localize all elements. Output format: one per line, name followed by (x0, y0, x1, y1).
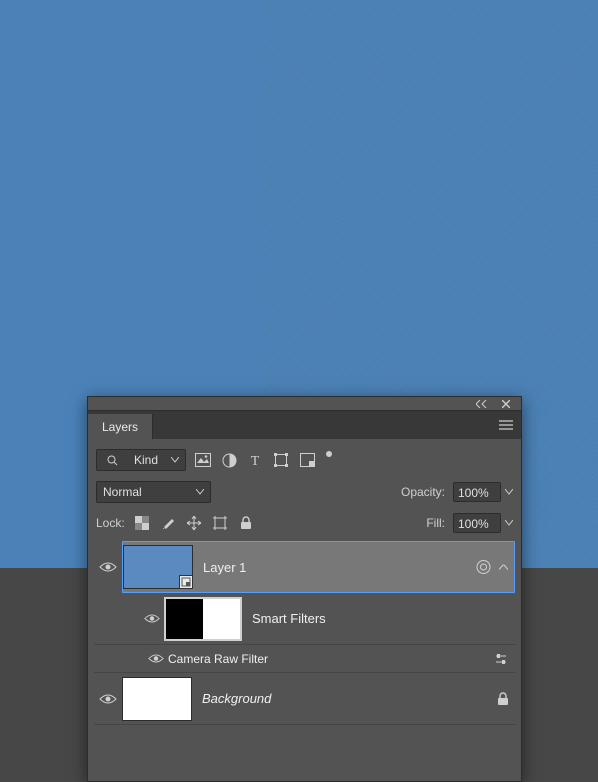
smart-object-filter-icon[interactable] (298, 451, 316, 469)
panel-tabstrip: Layers (88, 411, 521, 439)
blend-mode-value: Normal (103, 485, 142, 499)
opacity-label: Opacity: (401, 485, 445, 499)
mask-white-half (203, 599, 240, 639)
close-icon[interactable] (497, 395, 515, 413)
adjustment-layer-filter-icon[interactable] (220, 451, 238, 469)
chevron-down-icon (505, 520, 513, 526)
smart-object-badge-icon (179, 575, 193, 589)
layer-thumbnail[interactable] (122, 677, 192, 721)
fill-input[interactable]: 100% (453, 513, 513, 533)
filter-fx-icon[interactable] (476, 560, 491, 575)
fill-value: 100% (453, 513, 501, 533)
chevron-down-icon (196, 489, 204, 495)
smart-filters-label: Smart Filters (252, 611, 326, 626)
tab-label: Layers (102, 420, 138, 434)
shape-layer-filter-icon[interactable] (272, 451, 290, 469)
filter-mask-thumbnail[interactable] (164, 597, 242, 641)
filter-kind-select[interactable]: Kind (96, 449, 186, 471)
lock-label: Lock: (96, 516, 125, 530)
chevron-down-icon (505, 489, 513, 495)
filter-kind-label: Kind (134, 453, 158, 467)
smart-filters-row[interactable]: Smart Filters (94, 593, 515, 645)
blend-opacity-row: Normal Opacity: 100% (88, 477, 521, 509)
visibility-toggle[interactable] (144, 653, 168, 664)
layer-thumbnail[interactable] (123, 545, 193, 589)
layer-name[interactable]: Background (202, 691, 271, 706)
mask-black-half (166, 599, 203, 639)
panel-top-controls (88, 397, 521, 411)
fill-label: Fill: (426, 516, 445, 530)
svg-text:T: T (251, 454, 260, 467)
chevron-down-icon (171, 457, 179, 463)
filter-type-row: Kind T (88, 439, 521, 477)
lock-transparency-icon[interactable] (133, 514, 151, 532)
blend-mode-select[interactable]: Normal (96, 481, 211, 503)
lock-fill-row: Lock: Fill: 100% (88, 509, 521, 539)
search-icon (103, 451, 121, 469)
layer-row-background[interactable]: Background (94, 673, 515, 725)
type-layer-filter-icon[interactable]: T (246, 451, 264, 469)
filter-icons: T (194, 451, 332, 469)
pixel-layer-filter-icon[interactable] (194, 451, 212, 469)
lock-image-icon[interactable] (159, 514, 177, 532)
layer-row-layer1[interactable]: Layer 1 (122, 541, 515, 593)
panel-menu-icon[interactable] (497, 416, 515, 434)
visibility-toggle[interactable] (94, 693, 122, 705)
lock-artboard-icon[interactable] (211, 514, 229, 532)
visibility-toggle[interactable] (94, 561, 122, 573)
filter-item-row[interactable]: Camera Raw Filter (94, 645, 515, 673)
lock-icon[interactable] (497, 692, 509, 706)
chevron-up-icon[interactable] (499, 564, 508, 570)
lock-icons (133, 514, 255, 532)
filter-blend-options-icon[interactable] (493, 654, 509, 664)
visibility-toggle[interactable] (140, 613, 164, 624)
lock-position-icon[interactable] (185, 514, 203, 532)
filter-toggle-indicator[interactable] (326, 451, 332, 457)
collapse-icon[interactable] (473, 395, 491, 413)
layers-panel: Layers Kind T (87, 396, 522, 782)
filter-name: Camera Raw Filter (168, 652, 268, 666)
layer-name[interactable]: Layer 1 (203, 560, 246, 575)
lock-all-icon[interactable] (237, 514, 255, 532)
opacity-value: 100% (453, 482, 501, 502)
opacity-input[interactable]: 100% (453, 482, 513, 502)
layers-list: Layer 1 Smart Filters (88, 539, 521, 781)
layers-tab[interactable]: Layers (88, 414, 153, 439)
